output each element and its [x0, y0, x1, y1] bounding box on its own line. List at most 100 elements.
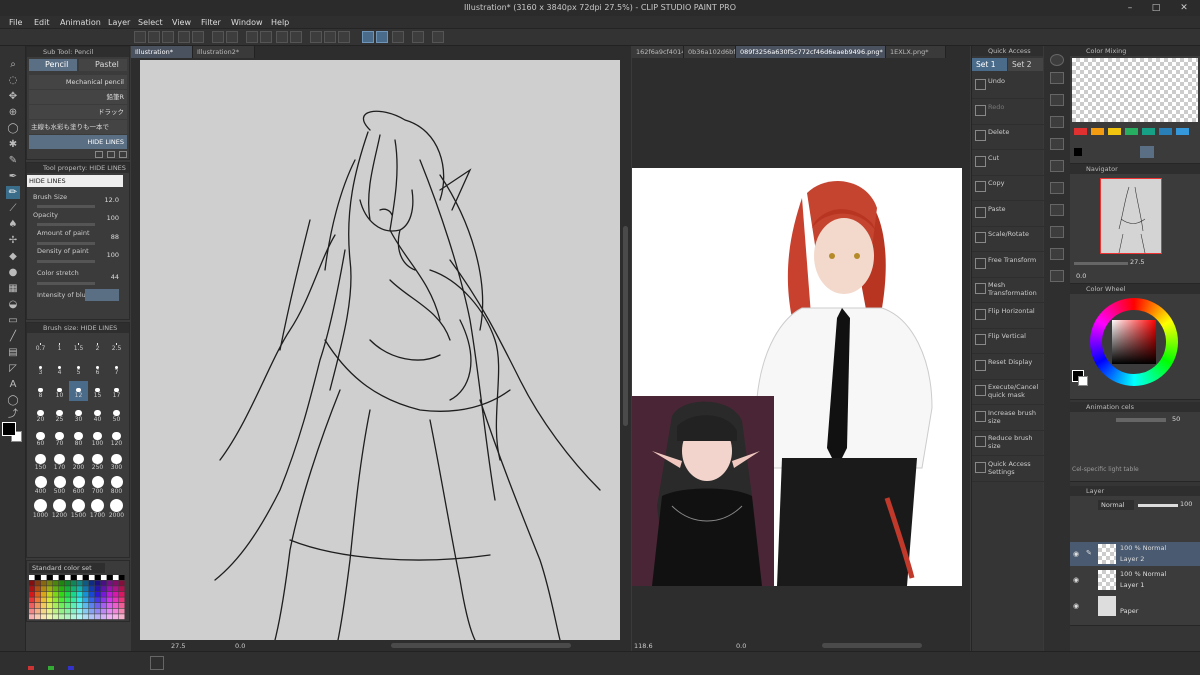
- menu-animation[interactable]: Animation: [60, 16, 101, 29]
- selection-tool-icon[interactable]: ◯: [6, 122, 20, 135]
- brush-size-preset[interactable]: 250: [88, 450, 107, 471]
- quick-access-item[interactable]: Flip Horizontal: [972, 304, 1044, 329]
- amount-of-paint-slider[interactable]: [37, 242, 95, 245]
- quick-access-item[interactable]: Free Transform: [972, 253, 1044, 278]
- tab-set-1[interactable]: Set 1: [972, 58, 1007, 71]
- brush-size-preset[interactable]: 200: [69, 450, 88, 471]
- brush-size-preset[interactable]: 600: [69, 473, 88, 495]
- intensity-of-blur-control[interactable]: [85, 289, 119, 301]
- brush-size-preset[interactable]: 1500: [69, 496, 88, 519]
- panel-icon-7[interactable]: [1050, 204, 1064, 216]
- brush-size-preset[interactable]: 300: [107, 450, 126, 471]
- open-file-icon[interactable]: [148, 31, 160, 43]
- doc-tab-ref2[interactable]: 0b36a102d6bf...: [684, 46, 736, 58]
- correct-line-tool-icon[interactable]: ⤴: [6, 408, 20, 421]
- decoration-tool-icon[interactable]: ✢: [6, 234, 20, 247]
- brush-size-preset[interactable]: 400: [31, 473, 50, 495]
- light-table-opacity-slider[interactable]: [1116, 418, 1166, 422]
- brush-size-preset[interactable]: 30: [69, 404, 88, 424]
- panel-icon-4[interactable]: [1050, 138, 1064, 150]
- eye-icon[interactable]: ◉: [1073, 602, 1079, 610]
- quick-access-item[interactable]: Flip Vertical: [972, 329, 1044, 354]
- panel-icon-10[interactable]: [1050, 270, 1064, 282]
- brush-size-preset[interactable]: 800: [107, 473, 126, 495]
- layer-name[interactable]: Layer 1: [1120, 581, 1144, 589]
- brush-size-preset[interactable]: 12: [69, 381, 88, 401]
- quick-access-item[interactable]: Cut: [972, 151, 1044, 176]
- brush-item-4[interactable]: 主線も水彩も塗りも一本で: [29, 120, 127, 134]
- color-palette-grid[interactable]: [29, 575, 127, 621]
- zoom-tool-icon[interactable]: ⌕: [6, 58, 20, 71]
- pencil-tool-icon[interactable]: ✏: [6, 186, 20, 199]
- color-mixing-canvas[interactable]: [1072, 58, 1198, 122]
- fill-tool-icon[interactable]: ▦: [6, 282, 20, 295]
- density-of-paint-slider[interactable]: [37, 260, 95, 263]
- brush-size-preset[interactable]: 0.7: [31, 335, 50, 355]
- ruler-tool-icon[interactable]: ◸: [6, 362, 20, 375]
- brush-size-preset[interactable]: 2: [88, 335, 107, 355]
- snap-grid-icon[interactable]: [338, 31, 350, 43]
- transform-icon[interactable]: [290, 31, 302, 43]
- main-color-swatch[interactable]: [2, 422, 16, 436]
- brush-size-preset[interactable]: 15: [88, 381, 107, 401]
- amount-of-paint-value[interactable]: 88: [83, 233, 119, 241]
- brush-size-preset[interactable]: 500: [50, 473, 69, 495]
- panel-icon-3[interactable]: [1050, 116, 1064, 128]
- quick-access-item[interactable]: Delete: [972, 125, 1044, 150]
- snap-icon[interactable]: [310, 31, 322, 43]
- brush-size-preset[interactable]: 170: [50, 450, 69, 471]
- doc-tab-illustration2[interactable]: Illustration2*: [193, 46, 255, 58]
- menu-filter[interactable]: Filter: [201, 16, 221, 29]
- layer-name[interactable]: Layer 2: [1120, 555, 1144, 563]
- brush-size-preset[interactable]: 20: [31, 404, 50, 424]
- color-mixing-swatches[interactable]: [1072, 126, 1198, 160]
- brush-size-preset[interactable]: 40: [88, 404, 107, 424]
- panel-icon-8[interactable]: [1050, 226, 1064, 238]
- quick-access-item[interactable]: Reduce brush size: [972, 431, 1044, 456]
- color-stretch-slider[interactable]: [37, 282, 95, 285]
- help-icon[interactable]: [432, 31, 444, 43]
- menu-view[interactable]: View: [172, 16, 191, 29]
- pressure-icon[interactable]: [376, 31, 388, 43]
- timeline-toggle-icon[interactable]: [150, 656, 164, 670]
- new-file-icon[interactable]: [134, 31, 146, 43]
- text-tool-icon[interactable]: A: [6, 378, 20, 391]
- line-tool-icon[interactable]: ╱: [6, 330, 20, 343]
- quick-access-item[interactable]: Increase brush size: [972, 406, 1044, 431]
- brush-size-preset[interactable]: 700: [88, 473, 107, 495]
- opacity-value[interactable]: 100: [83, 214, 119, 222]
- assets-icon[interactable]: [192, 31, 204, 43]
- light-table-opacity-value[interactable]: 50: [1172, 415, 1180, 423]
- navigator-angle-value[interactable]: 0.0: [1076, 272, 1086, 280]
- left-angle-value[interactable]: 0.0: [235, 641, 245, 651]
- panel-icon-2[interactable]: [1050, 94, 1064, 106]
- add-subtool-icon[interactable]: [95, 151, 103, 158]
- snap-ruler-icon[interactable]: [324, 31, 336, 43]
- eyedropper-tool-icon[interactable]: ✎: [6, 154, 20, 167]
- right-horizontal-scrollbar[interactable]: [822, 643, 922, 648]
- panel-icon-9[interactable]: [1050, 248, 1064, 260]
- save-icon[interactable]: [162, 31, 174, 43]
- quick-access-item[interactable]: Mesh Transformation: [972, 278, 1044, 303]
- stabilizer-icon[interactable]: [362, 31, 374, 43]
- brush-size-preset[interactable]: 1000: [31, 496, 50, 519]
- brush-size-preset[interactable]: 8: [31, 381, 50, 401]
- layer-opacity-slider[interactable]: [1138, 504, 1178, 507]
- left-horizontal-scrollbar[interactable]: [391, 643, 571, 648]
- tab-pencil[interactable]: Pencil: [29, 59, 77, 71]
- quick-access-item[interactable]: Scale/Rotate: [972, 227, 1044, 252]
- quick-access-item[interactable]: Redo: [972, 100, 1044, 125]
- move-tool-icon[interactable]: ⊕: [6, 106, 20, 119]
- brush-size-preset[interactable]: 80: [69, 427, 88, 447]
- color-wheel-ring[interactable]: [1090, 298, 1178, 386]
- color-wheel-square[interactable]: [1112, 320, 1156, 364]
- quick-access-item[interactable]: Reset Display: [972, 355, 1044, 380]
- brush-size-preset[interactable]: 120: [107, 427, 126, 447]
- frame-tool-icon[interactable]: ▤: [6, 346, 20, 359]
- close-icon[interactable]: ✕: [1174, 0, 1194, 16]
- right-zoom-value[interactable]: 118.6: [634, 641, 653, 651]
- brush-size-preset[interactable]: 1.5: [69, 335, 88, 355]
- sketch-canvas[interactable]: [140, 60, 620, 641]
- brush-size-preset[interactable]: 60: [31, 427, 50, 447]
- quick-access-item[interactable]: Paste: [972, 202, 1044, 227]
